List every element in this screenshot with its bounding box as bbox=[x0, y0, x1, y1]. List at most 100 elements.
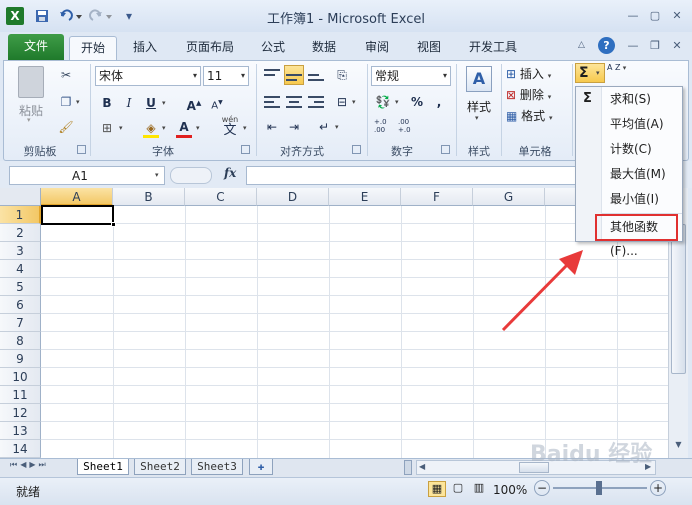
doc-minimize-icon[interactable]: — bbox=[624, 39, 642, 53]
row-header-2[interactable]: 2 bbox=[0, 224, 41, 242]
row-header-8[interactable]: 8 bbox=[0, 332, 41, 350]
comma-button[interactable]: , bbox=[429, 92, 449, 112]
active-cell-a1[interactable] bbox=[41, 205, 114, 225]
zoom-in-button[interactable]: + bbox=[650, 480, 666, 496]
menu-item-count[interactable]: 计数(C) bbox=[576, 137, 682, 162]
percent-button[interactable]: % bbox=[407, 92, 427, 112]
decrease-decimal-button[interactable]: .00 +.0 bbox=[398, 118, 418, 134]
increase-decimal-button[interactable]: +.0 .00 bbox=[374, 118, 394, 134]
align-bottom-icon[interactable] bbox=[306, 65, 326, 85]
tab-page-layout[interactable]: 页面布局 bbox=[178, 36, 242, 60]
column-header-g[interactable]: G bbox=[473, 188, 545, 206]
doc-restore-icon[interactable]: ❐ bbox=[646, 39, 664, 53]
format-cells-button[interactable]: ▦ 格式 ▾ bbox=[506, 107, 568, 125]
normal-view-icon[interactable]: ▦ bbox=[428, 481, 446, 497]
column-header-d[interactable]: D bbox=[257, 188, 329, 206]
menu-item-max[interactable]: 最大值(M) bbox=[576, 162, 682, 187]
align-left-icon[interactable] bbox=[262, 92, 282, 112]
alignment-launcher-icon[interactable] bbox=[352, 145, 361, 154]
row-header-10[interactable]: 10 bbox=[0, 368, 41, 386]
align-middle-icon[interactable] bbox=[284, 65, 304, 85]
close-icon[interactable]: ✕ bbox=[668, 9, 686, 23]
collapse-ribbon-icon[interactable]: △ bbox=[578, 40, 594, 54]
phonetic-button[interactable]: wén 文 bbox=[216, 116, 244, 140]
vertical-scroll-thumb[interactable] bbox=[671, 224, 686, 374]
name-box[interactable]: A1 ▾ bbox=[9, 166, 165, 185]
insert-function-button[interactable]: fx bbox=[224, 166, 244, 184]
insert-sheet-icon[interactable]: ✚ bbox=[249, 459, 273, 475]
formula-bar-divider-handle[interactable] bbox=[170, 167, 212, 184]
autosum-button[interactable]: Σ ▾ bbox=[575, 63, 605, 83]
menu-item-min[interactable]: 最小值(I) bbox=[576, 187, 682, 212]
shrink-font-button[interactable]: A▼ bbox=[207, 93, 227, 113]
align-center-icon[interactable] bbox=[284, 92, 304, 112]
tab-formulas[interactable]: 公式 bbox=[254, 36, 292, 60]
maximize-icon[interactable]: ▢ bbox=[646, 9, 664, 23]
cut-icon[interactable]: ✂ bbox=[56, 65, 76, 85]
sheet-tab-1[interactable]: Sheet1 bbox=[77, 459, 129, 475]
tab-home[interactable]: 开始 bbox=[69, 36, 117, 60]
tab-split-handle[interactable] bbox=[404, 460, 412, 475]
merge-center-icon[interactable]: ⊟ bbox=[332, 92, 352, 112]
column-header-c[interactable]: C bbox=[185, 188, 257, 206]
page-break-view-icon[interactable]: ▥ bbox=[470, 481, 488, 497]
row-header-12[interactable]: 12 bbox=[0, 404, 41, 422]
borders-icon[interactable]: ⊞ bbox=[97, 118, 117, 138]
zoom-slider-thumb[interactable] bbox=[596, 481, 602, 495]
row-header-13[interactable]: 13 bbox=[0, 422, 41, 440]
minimize-icon[interactable]: — bbox=[624, 9, 642, 23]
sheet-nav-icons[interactable]: ⏮◀▶⏭ bbox=[10, 460, 72, 474]
decrease-indent-icon[interactable]: ⇤ bbox=[262, 117, 282, 137]
underline-button[interactable]: U bbox=[141, 93, 161, 113]
select-all-corner[interactable] bbox=[0, 188, 41, 206]
column-header-b[interactable]: B bbox=[113, 188, 185, 206]
clipboard-launcher-icon[interactable] bbox=[77, 145, 86, 154]
bold-button[interactable]: B bbox=[97, 93, 117, 113]
paste-button[interactable]: 粘贴 ▾ bbox=[14, 64, 48, 124]
font-launcher-icon[interactable] bbox=[241, 145, 250, 154]
row-header-1[interactable]: 1 bbox=[0, 206, 41, 224]
menu-item-sum[interactable]: 求和(S) bbox=[576, 87, 682, 112]
styles-button[interactable]: A 样式 ▾ bbox=[462, 64, 496, 130]
row-header-3[interactable]: 3 bbox=[0, 242, 41, 260]
accounting-format-icon[interactable]: 💱 bbox=[373, 92, 393, 112]
row-header-4[interactable]: 4 bbox=[0, 260, 41, 278]
align-top-icon[interactable] bbox=[262, 65, 282, 85]
orientation-icon[interactable]: ⎘ bbox=[332, 65, 352, 85]
tab-review[interactable]: 审阅 bbox=[358, 36, 396, 60]
sheet-tab-3[interactable]: Sheet3 bbox=[191, 459, 243, 475]
page-layout-view-icon[interactable]: ▢ bbox=[449, 481, 467, 497]
scroll-down-icon[interactable]: ▼ bbox=[672, 440, 685, 454]
tab-file[interactable]: 文件 bbox=[8, 34, 64, 60]
insert-cells-button[interactable]: ⊞ 插入 ▾ bbox=[506, 65, 568, 83]
row-header-7[interactable]: 7 bbox=[0, 314, 41, 332]
font-name-combo[interactable]: 宋体 ▾ bbox=[95, 66, 201, 86]
row-header-9[interactable]: 9 bbox=[0, 350, 41, 368]
row-header-6[interactable]: 6 bbox=[0, 296, 41, 314]
row-header-5[interactable]: 5 bbox=[0, 278, 41, 296]
column-header-a[interactable]: A bbox=[41, 188, 113, 206]
increase-indent-icon[interactable]: ⇥ bbox=[284, 117, 304, 137]
tab-insert[interactable]: 插入 bbox=[124, 36, 166, 60]
sheet-tab-2[interactable]: Sheet2 bbox=[134, 459, 186, 475]
column-header-e[interactable]: E bbox=[329, 188, 401, 206]
number-format-combo[interactable]: 常规 ▾ bbox=[371, 66, 451, 86]
format-painter-icon[interactable]: 🖌 bbox=[56, 117, 76, 137]
delete-cells-button[interactable]: ⊠ 删除 ▾ bbox=[506, 86, 568, 104]
column-header-f[interactable]: F bbox=[401, 188, 473, 206]
number-launcher-icon[interactable] bbox=[441, 145, 450, 154]
zoom-out-button[interactable]: − bbox=[534, 480, 550, 496]
fill-handle[interactable] bbox=[111, 222, 116, 227]
scroll-left-icon[interactable]: ◀ bbox=[419, 462, 425, 471]
wrap-text-icon[interactable]: ↵ bbox=[314, 117, 334, 137]
font-size-combo[interactable]: 11 ▾ bbox=[203, 66, 249, 86]
tab-developer[interactable]: 开发工具 bbox=[462, 36, 524, 60]
doc-close-icon[interactable]: ✕ bbox=[668, 39, 686, 53]
row-header-14[interactable]: 14 bbox=[0, 440, 41, 458]
tab-view[interactable]: 视图 bbox=[410, 36, 448, 60]
align-right-icon[interactable] bbox=[306, 92, 326, 112]
menu-item-average[interactable]: 平均值(A) bbox=[576, 112, 682, 137]
help-icon[interactable]: ? bbox=[598, 37, 615, 54]
zoom-level[interactable]: 100% bbox=[493, 483, 527, 497]
copy-icon[interactable]: ❐ bbox=[56, 92, 76, 112]
